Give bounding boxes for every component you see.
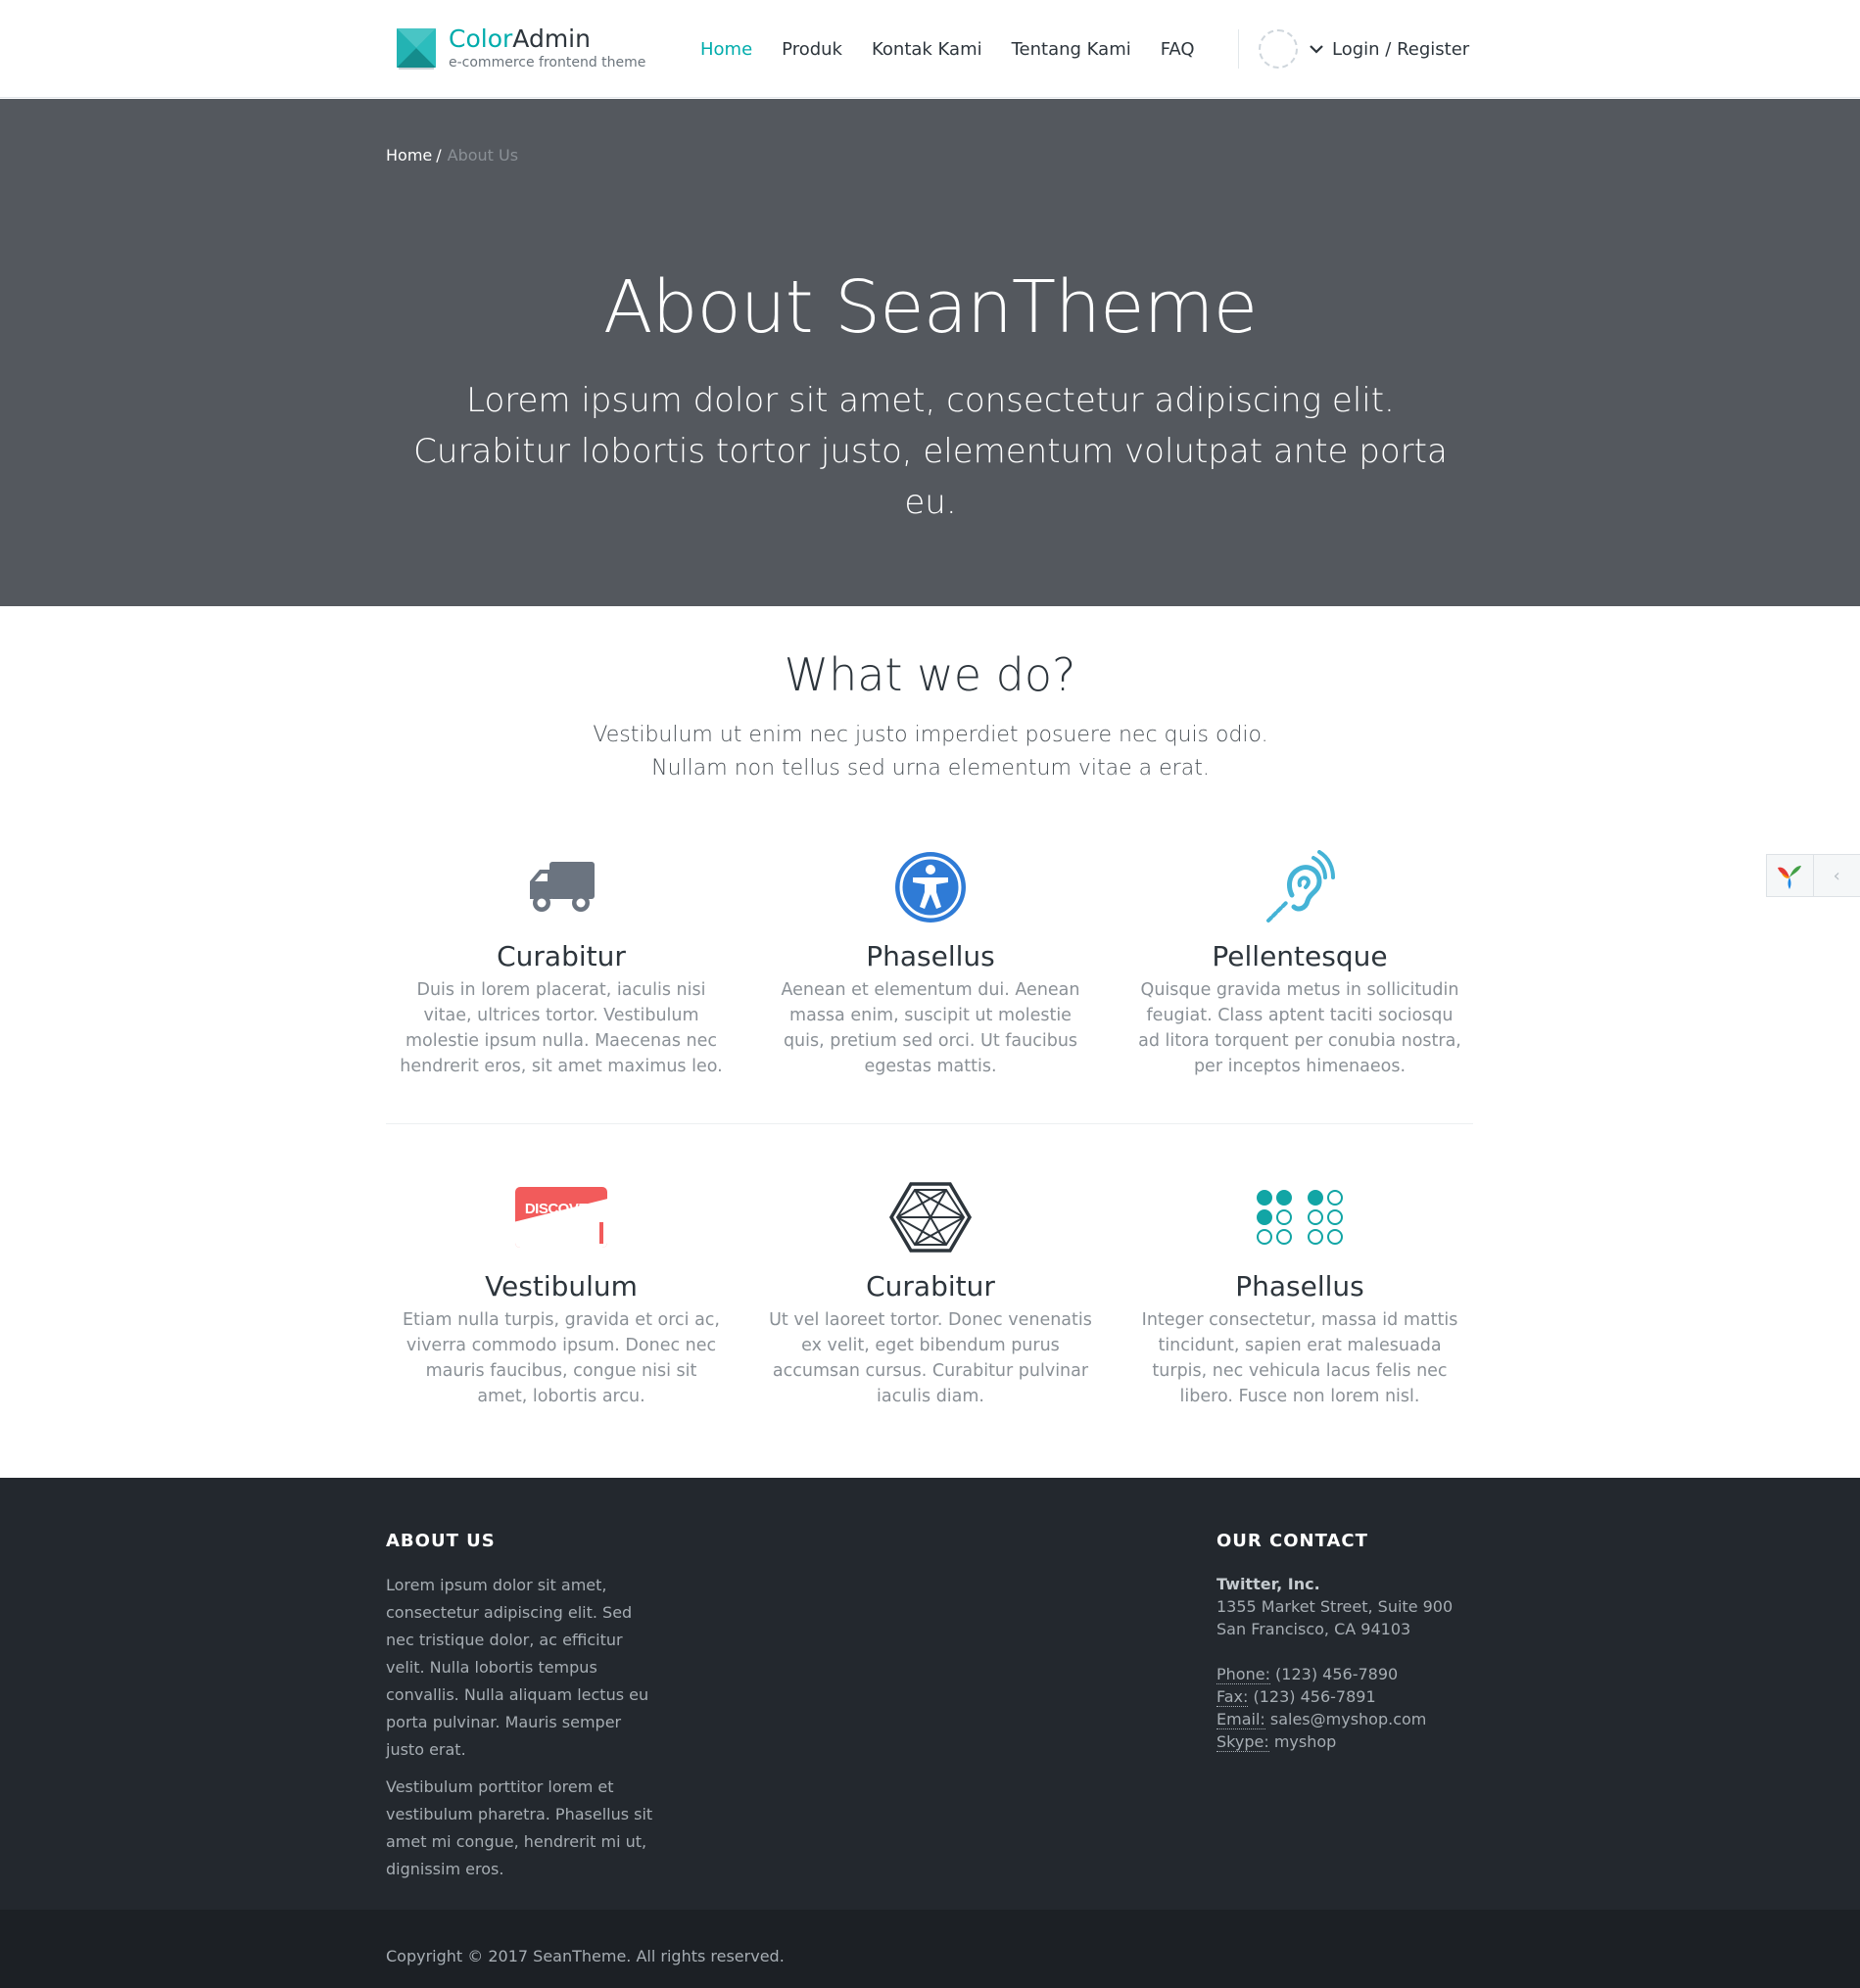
feature-title: Curabitur <box>497 940 626 972</box>
feature-title: Phasellus <box>1235 1270 1364 1302</box>
login-register-link[interactable]: Login / Register <box>1309 29 1469 69</box>
braille-icon <box>1257 1190 1343 1245</box>
feature-text: Etiam nulla turpis, gravida et orci ac, … <box>403 1310 720 1406</box>
yii-logo-icon <box>1778 866 1802 889</box>
contact-fax: Fax: (123) 456-7891 <box>1216 1685 1510 1708</box>
nav-faq[interactable]: FAQ <box>1161 39 1195 60</box>
feature-title: Phasellus <box>866 940 995 972</box>
contact-phone: Phone: (123) 456-7890 <box>1216 1663 1510 1685</box>
discover-card-icon: DISCOVER <box>515 1187 607 1248</box>
features-description-line2: Nullam non tellus sed urna elementum vit… <box>651 756 1210 781</box>
feature-text: Duis in lorem placerat, iaculis nisi vit… <box>400 980 723 1076</box>
site-footer: ABOUT US Lorem ipsum dolor sit amet, con… <box>0 1478 1860 1910</box>
feature-title: Vestibulum <box>485 1270 638 1302</box>
language-flag-icon[interactable] <box>1259 29 1298 69</box>
brand-logo-link[interactable]: ColorAdmin e-commerce frontend theme <box>396 24 645 72</box>
nav-kontak-kami[interactable]: Kontak Kami <box>872 39 982 60</box>
coloradmin-logo-icon <box>397 28 436 70</box>
login-register-label: Login / Register <box>1332 38 1470 60</box>
contact-fax-value: (123) 456-7891 <box>1253 1687 1376 1706</box>
contact-email: Email: sales@myshop.com <box>1216 1708 1510 1730</box>
contact-skype: Skype: myshop <box>1216 1730 1510 1753</box>
universal-access-icon <box>895 852 966 923</box>
main-nav: Home Produk Kontak Kami Tentang Kami FAQ <box>700 29 1224 69</box>
brand-subtitle: e-commerce frontend theme <box>449 55 646 71</box>
nav-divider <box>1238 29 1239 69</box>
truck-icon <box>530 862 595 912</box>
breadcrumb-separator: / <box>436 146 442 165</box>
copyright-text: Copyright © 2017 SeanTheme. All rights r… <box>386 1947 785 1965</box>
nav-produk[interactable]: Produk <box>782 39 842 60</box>
feature-item: Phasellus Aenean et elementum dui. Aenea… <box>769 848 1092 1079</box>
hexagon-network-icon <box>889 1182 972 1253</box>
breadcrumb: Home / About Us <box>386 146 518 165</box>
feature-item: Phasellus Integer consectetur, massa id … <box>1138 1178 1461 1409</box>
contact-skype-value[interactable]: myshop <box>1274 1732 1336 1751</box>
site-header: ColorAdmin e-commerce frontend theme Hom… <box>0 0 1860 98</box>
chevron-left-icon[interactable]: ‹ <box>1814 855 1860 896</box>
page-title: About SeanTheme <box>602 265 1258 350</box>
features-description-line1: Vestibulum ut enim nec justo imperdiet p… <box>593 723 1268 747</box>
features-title: What we do? <box>784 648 1076 701</box>
footer-about-heading: ABOUT US <box>386 1531 496 1551</box>
footer-about-paragraph: Lorem ipsum dolor sit amet, consectetur … <box>386 1576 649 1759</box>
feature-text: Ut vel laoreet tortor. Donec venenatis e… <box>769 1310 1092 1406</box>
contact-company: Twitter, Inc. <box>1216 1575 1320 1593</box>
theme-panel-widget: ‹ <box>1766 854 1860 897</box>
chevron-down-icon <box>1310 45 1323 54</box>
contact-address-line1: 1355 Market Street, Suite 900 <box>1216 1597 1454 1616</box>
footer-about-text: Lorem ipsum dolor sit amet, consectetur … <box>386 1572 660 1893</box>
feature-title: Pellentesque <box>1212 940 1388 972</box>
feature-title: Curabitur <box>866 1270 995 1302</box>
feature-text: Quisque gravida metus in sollicitudin fe… <box>1138 980 1461 1076</box>
contact-email-label: Email: <box>1216 1710 1265 1729</box>
feature-text: Integer consectetur, massa id mattis tin… <box>1141 1310 1458 1406</box>
feature-item: DISCOVER Vestibulum Etiam nulla turpis, … <box>400 1178 723 1409</box>
discover-card-label: DISCOVER <box>524 1201 598 1217</box>
contact-phone-value: (123) 456-7890 <box>1275 1665 1399 1683</box>
contact-fax-label: Fax: <box>1216 1687 1249 1707</box>
contact-email-value[interactable]: sales@myshop.com <box>1270 1710 1427 1728</box>
assistive-listening-icon <box>1266 850 1335 923</box>
feature-item: Curabitur Ut vel laoreet tortor. Donec v… <box>769 1178 1092 1409</box>
contact-skype-label: Skype: <box>1216 1732 1269 1752</box>
theme-panel-toggle[interactable] <box>1767 855 1814 896</box>
feature-item: Curabitur Duis in lorem placerat, iaculi… <box>400 848 723 1079</box>
feature-item: Pellentesque Quisque gravida metus in so… <box>1138 848 1461 1079</box>
footer-contact: Twitter, Inc. 1355 Market Street, Suite … <box>1216 1573 1510 1753</box>
contact-address-line2: San Francisco, CA 94103 <box>1216 1620 1411 1638</box>
hero-description: Lorem ipsum dolor sit amet, consectetur … <box>413 381 1448 522</box>
features-description: Vestibulum ut enim nec justo imperdiet p… <box>490 719 1371 785</box>
about-hero: Home / About Us About SeanTheme Lorem ip… <box>0 99 1860 606</box>
copyright-bar: Copyright © 2017 SeanTheme. All rights r… <box>0 1910 1860 1988</box>
features-divider <box>386 1123 1473 1124</box>
contact-phone-label: Phone: <box>1216 1665 1270 1684</box>
footer-about-paragraph: Vestibulum porttitor lorem et vestibulum… <box>386 1777 653 1878</box>
nav-home[interactable]: Home <box>700 39 752 60</box>
feature-text: Aenean et elementum dui. Aenean massa en… <box>781 980 1080 1076</box>
footer-contact-heading: OUR CONTACT <box>1216 1531 1368 1551</box>
breadcrumb-current: About Us <box>447 146 519 165</box>
breadcrumb-home[interactable]: Home <box>386 146 432 165</box>
nav-tentang-kami[interactable]: Tentang Kami <box>1012 39 1131 60</box>
brand-name: ColorAdmin <box>449 24 591 53</box>
